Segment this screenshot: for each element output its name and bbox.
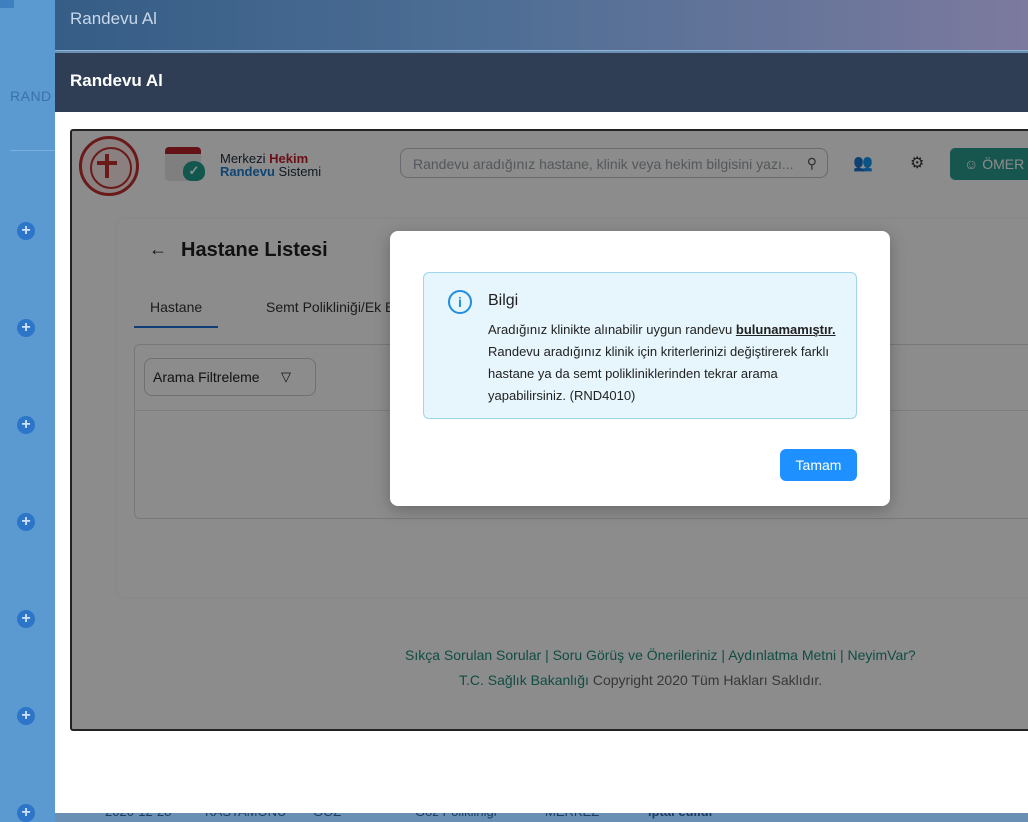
ok-button[interactable]: Tamam [780,449,857,481]
add-circle-icon[interactable]: + [17,222,35,240]
add-circle-icon[interactable]: + [17,416,35,434]
info-dialog: i Bilgi Aradığınız klinikte alınabilir u… [390,231,890,506]
info-message-box: i Bilgi Aradığınız klinikte alınabilir u… [423,272,857,419]
info-title: Bilgi [488,292,519,309]
add-circle-icon[interactable]: + [17,319,35,337]
modal-header: Randevu Al [55,53,1028,112]
info-message-end: Randevu aradığınız klinik için kriterler… [488,344,830,403]
add-circle-icon[interactable]: + [17,610,35,628]
info-icon: i [448,290,472,314]
background-divider [10,150,55,151]
embedded-app-frame: ✓ Merkezi Hekim Randevu Sistemi ⚲ 👥 ⚙ ☺ … [70,129,1028,731]
add-circle-icon[interactable]: + [17,804,35,822]
background-fragment-text: RAND [10,88,52,104]
add-circle-icon[interactable]: + [17,707,35,725]
background-page-title: Randevu Al [70,9,157,28]
info-message: Aradığınız klinikte alınabilir uygun ran… [488,319,848,407]
info-message-bold: bulunamamıştır. [735,322,836,337]
appointment-modal: Randevu Al ✓ Merkezi Hekim Randevu Siste… [55,53,1028,813]
background-stripe [0,0,14,8]
modal-title: Randevu Al [70,71,163,90]
add-circle-icon[interactable]: + [17,513,35,531]
background-sidebar: RAND + + + + + + + [0,0,55,822]
background-top-bar: Randevu Al [55,0,1028,51]
info-message-start: Aradığınız klinikte alınabilir uygun ran… [488,322,733,337]
